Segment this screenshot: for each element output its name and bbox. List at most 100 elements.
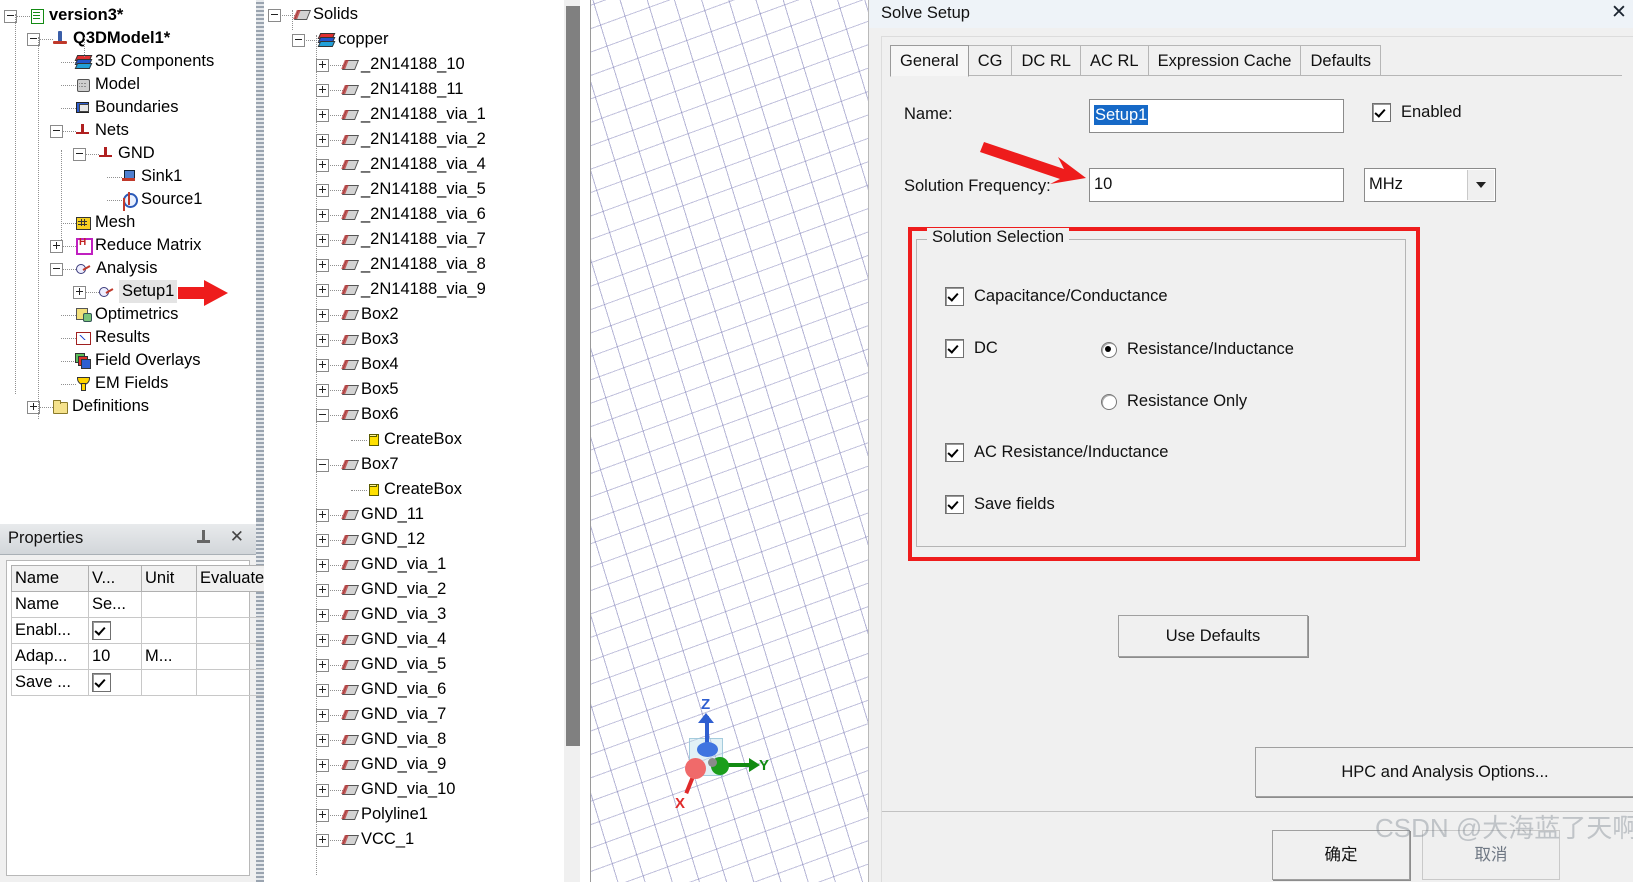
resistance-inductance-radio[interactable] — [1101, 341, 1117, 358]
name-input[interactable]: Setup1 — [1089, 99, 1344, 133]
watermark: CSDN @大海蓝了天啊 — [1375, 813, 1633, 843]
expand-toggle[interactable] — [316, 234, 329, 247]
table-row[interactable]: Enabl... — [11, 617, 278, 644]
save-fields-row[interactable]: Save fields — [945, 495, 1055, 515]
expand-toggle[interactable] — [316, 159, 329, 172]
expand-toggle[interactable] — [316, 584, 329, 597]
table-row[interactable]: Adap... 10 M... — [11, 643, 278, 670]
solid-icon — [342, 684, 357, 696]
expand-toggle[interactable] — [73, 286, 86, 299]
expand-toggle[interactable] — [316, 709, 329, 722]
use-defaults-button[interactable]: Use Defaults — [1118, 615, 1308, 657]
collapse-toggle[interactable] — [292, 34, 305, 47]
property-value-cell[interactable]: Se... — [88, 591, 142, 618]
expand-toggle[interactable] — [316, 809, 329, 822]
expand-toggle[interactable] — [316, 759, 329, 772]
expand-toggle[interactable] — [50, 240, 63, 253]
tree-guide — [327, 65, 343, 66]
close-icon[interactable]: ✕ — [1608, 3, 1630, 23]
collapse-toggle[interactable] — [73, 148, 86, 161]
tab-defaults[interactable]: Defaults — [1300, 45, 1382, 76]
tab-expression-cache[interactable]: Expression Cache — [1147, 45, 1302, 76]
property-value-cell[interactable] — [88, 617, 142, 644]
tree-guide — [327, 590, 343, 591]
dc-row[interactable]: DC — [945, 339, 998, 359]
dc-resistance-only-radio-row[interactable]: Resistance Only — [1101, 392, 1247, 411]
expand-toggle[interactable] — [316, 84, 329, 97]
expand-toggle[interactable] — [316, 609, 329, 622]
expand-toggle[interactable] — [316, 59, 329, 72]
expand-toggle[interactable] — [316, 784, 329, 797]
collapse-toggle[interactable] — [50, 125, 63, 138]
expand-toggle[interactable] — [316, 259, 329, 272]
frequency-unit-select[interactable]: MHz — [1364, 168, 1496, 202]
ac-resistance-inductance-label: AC Resistance/Inductance — [974, 443, 1169, 461]
column-header[interactable]: Unit — [141, 565, 197, 592]
tree-guide — [327, 340, 343, 341]
property-checkbox[interactable] — [92, 621, 111, 641]
table-row[interactable]: Save ... — [11, 669, 278, 696]
solution-frequency-input[interactable]: 10 — [1089, 168, 1344, 202]
chevron-down-icon[interactable] — [1467, 170, 1494, 200]
ac-resistance-inductance-row[interactable]: AC Resistance/Inductance — [945, 443, 1169, 463]
tab-ac-rl[interactable]: AC RL — [1079, 45, 1149, 76]
expand-toggle[interactable] — [316, 334, 329, 347]
tree-item-label: GND_via_2 — [361, 580, 447, 599]
collapse-toggle[interactable] — [50, 263, 63, 276]
expand-toggle[interactable] — [316, 684, 329, 697]
dialog-tabs[interactable]: General CG DC RL AC RL Expression Cache Defau… — [890, 45, 1382, 77]
collapse-toggle[interactable] — [316, 459, 329, 472]
3d-viewport[interactable]: Z Y X — [590, 0, 869, 882]
expand-toggle[interactable] — [316, 184, 329, 197]
tree-guide — [61, 361, 76, 362]
column-header[interactable]: V... — [88, 565, 142, 592]
save-fields-checkbox[interactable] — [945, 495, 964, 515]
folder-icon — [52, 399, 68, 414]
hpc-and-analysis-options-button[interactable]: HPC and Analysis Options... — [1255, 747, 1633, 797]
project-tree[interactable]: version3* Q3DModel1* 3D Components Model Bou… — [0, 0, 256, 520]
expand-toggle[interactable] — [316, 359, 329, 372]
property-checkbox[interactable] — [92, 673, 111, 693]
dialog-titlebar[interactable]: Solve Setup ✕ — [869, 0, 1633, 28]
enabled-checkbox-row[interactable]: Enabled — [1372, 103, 1462, 123]
sink-icon — [121, 169, 137, 184]
enabled-checkbox[interactable] — [1372, 103, 1391, 123]
property-unit-cell — [141, 669, 197, 696]
property-unit-cell — [141, 591, 197, 618]
expand-toggle[interactable] — [316, 534, 329, 547]
properties-table[interactable]: Name V... Unit Evaluate... Name Se... Enabl...… — [11, 565, 278, 696]
dc-checkbox[interactable] — [945, 339, 964, 359]
capacitance-conductance-checkbox[interactable] — [945, 287, 964, 307]
expand-toggle[interactable] — [316, 559, 329, 572]
pin-icon[interactable] — [196, 530, 212, 548]
expand-toggle[interactable] — [316, 109, 329, 122]
tab-cg[interactable]: CG — [967, 45, 1013, 76]
expand-toggle[interactable] — [316, 659, 329, 672]
expand-toggle[interactable] — [316, 134, 329, 147]
expand-toggle[interactable] — [316, 384, 329, 397]
model-tree-scrollbar-thumb[interactable] — [566, 6, 580, 746]
collapse-toggle[interactable] — [316, 409, 329, 422]
expand-toggle[interactable] — [316, 634, 329, 647]
property-value-cell[interactable]: 10 — [88, 643, 142, 670]
expand-toggle[interactable] — [316, 834, 329, 847]
capacitance-conductance-row[interactable]: Capacitance/Conductance — [945, 287, 1168, 307]
tab-general[interactable]: General — [890, 45, 969, 77]
tab-dc-rl[interactable]: DC RL — [1011, 45, 1081, 76]
expand-toggle[interactable] — [316, 284, 329, 297]
property-value-cell[interactable] — [88, 669, 142, 696]
close-icon[interactable]: ✕ — [230, 528, 244, 546]
expand-toggle[interactable] — [316, 734, 329, 747]
dc-resistance-inductance-radio-row[interactable]: Resistance/Inductance — [1101, 340, 1294, 359]
panel-splitter-left[interactable] — [256, 0, 264, 520]
model-tree-scrollbar[interactable] — [564, 0, 580, 882]
ac-resistance-inductance-checkbox[interactable] — [945, 443, 964, 463]
expand-toggle[interactable] — [316, 309, 329, 322]
collapse-toggle[interactable] — [268, 9, 281, 22]
model-tree[interactable]: Solids copper _2N14188_10 _2N14188_11 _2N141… — [264, 0, 556, 882]
expand-toggle[interactable] — [316, 509, 329, 522]
expand-toggle[interactable] — [316, 209, 329, 222]
column-header[interactable]: Name — [11, 565, 89, 592]
resistance-only-radio[interactable] — [1101, 393, 1117, 410]
table-row[interactable]: Name Se... — [11, 591, 278, 618]
